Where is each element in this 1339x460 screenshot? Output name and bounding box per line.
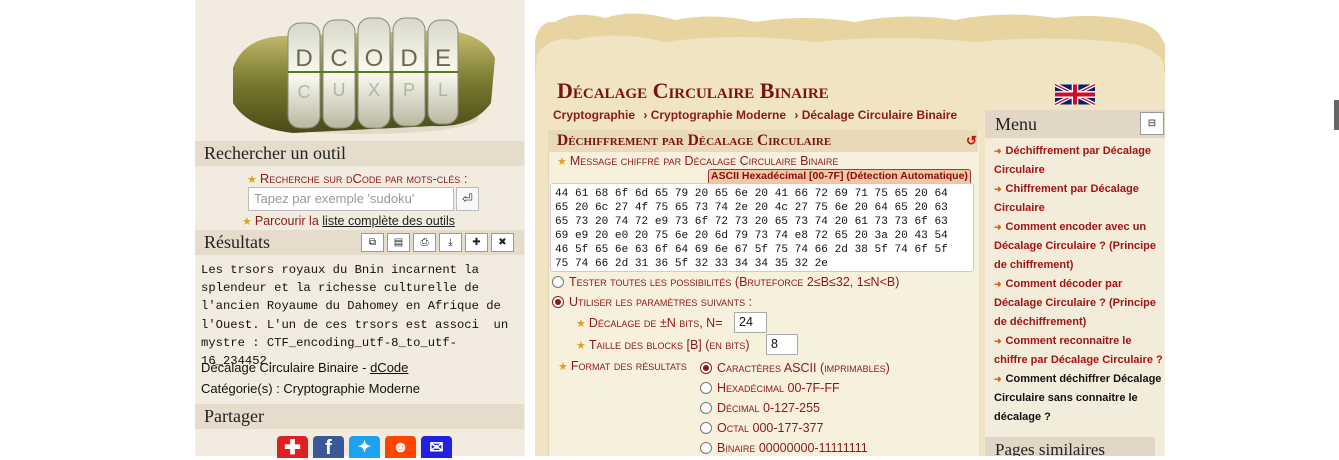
print-icon[interactable]: ⎙: [413, 233, 436, 252]
format-label: ★ Format des résultats: [558, 359, 687, 373]
bruteforce-radio[interactable]: [552, 276, 564, 288]
search-submit-button[interactable]: ⏎: [456, 187, 479, 211]
dcode-link[interactable]: dCode: [370, 360, 408, 375]
star-icon: ★: [557, 156, 567, 168]
english-flag-icon[interactable]: [1055, 82, 1095, 107]
star-icon: ★: [576, 318, 586, 330]
params-label: Utiliser les paramètres suivants :: [569, 295, 753, 309]
logo-letter: E: [435, 45, 451, 72]
logo-letter: D: [295, 45, 312, 72]
message-label: ★ Message chiffré par Décalage Circulaire…: [557, 154, 839, 168]
result-category: Catégorie(s) : Cryptographie Moderne: [201, 381, 420, 396]
page-title: Décalage Circulaire Binaire: [557, 78, 829, 103]
star-icon: ★: [242, 216, 252, 228]
facebook-icon[interactable]: f: [313, 436, 344, 459]
format-option-binary: Binaire 00000000-11111111: [717, 441, 868, 455]
arrow-icon: ➜: [994, 279, 1002, 289]
breadcrumb-cryptographie[interactable]: Cryptographie: [553, 108, 635, 122]
arrow-icon: ➜: [994, 146, 1002, 156]
menu-item-reconnaitre[interactable]: ➜ Comment reconnaitre le chiffre par Déca…: [994, 332, 1166, 370]
menu-collapse-button[interactable]: ⊟: [1140, 112, 1164, 135]
arrow-icon: ➜: [994, 222, 1002, 232]
format-option-hex: Hexadécimal 00-7F-FF: [717, 381, 840, 395]
share-plus-icon[interactable]: ✚: [277, 436, 308, 459]
menu-item-dechiffrement[interactable]: ➜ Déchiffrement par Décalage Circulaire: [994, 142, 1166, 180]
save-icon[interactable]: ▤: [387, 233, 410, 252]
left-sidebar: D C O D E CUXPL Rechercher un outil ★ Rec…: [195, 0, 525, 459]
format-option-ascii: Caractères ASCII (imprimables): [717, 361, 890, 375]
menu-item-chiffrement[interactable]: ➜ Chiffrement par Décalage Circulaire: [994, 180, 1166, 218]
shift-input[interactable]: 24: [734, 312, 767, 333]
menu-item-sans-decalage[interactable]: ➜ Comment déchiffrer Décalage Circulaire …: [994, 370, 1166, 427]
email-icon[interactable]: ✉: [421, 436, 452, 458]
arrow-icon: ➜: [994, 184, 1002, 194]
format-radio-ascii[interactable]: [700, 362, 712, 374]
search-label: ★ Recherche sur dCode par mots-clés :: [247, 171, 468, 186]
breadcrumb: Cryptographie › Cryptographie Moderne › …: [553, 108, 962, 122]
search-input[interactable]: Tapez par exemple 'sudoku': [248, 187, 454, 211]
reddit-icon[interactable]: ☻: [385, 436, 416, 458]
logo-letter: C: [330, 45, 347, 72]
panel-heading: Déchiffrement par Décalage Circulaire: [548, 130, 978, 152]
copy-icon[interactable]: ⧉: [361, 233, 384, 252]
logo-letter: D: [400, 45, 417, 72]
search-heading: Rechercher un outil: [195, 141, 524, 166]
format-radio-octal[interactable]: [700, 422, 712, 434]
twitter-icon[interactable]: ✦: [349, 436, 380, 458]
svg-text:C: C: [298, 82, 311, 102]
browse-tools: ★ Parcourir la liste complète des outils: [242, 214, 455, 228]
download-icon[interactable]: ⤓: [439, 233, 462, 252]
format-radio-decimal[interactable]: [700, 402, 712, 414]
params-radio[interactable]: [552, 296, 564, 308]
format-radio-hex[interactable]: [700, 382, 712, 394]
parchment-decoration: [535, 0, 1165, 80]
pin-icon[interactable]: ✚: [465, 233, 488, 252]
dcode-logo[interactable]: D C O D E CUXPL: [233, 8, 495, 138]
results-output[interactable]: Les trsors royaux du Bnin incarnent la s…: [201, 261, 523, 371]
browse-tools-link[interactable]: liste complète des outils: [322, 214, 455, 228]
star-icon: ★: [558, 361, 568, 373]
menu-item-encoder[interactable]: ➜ Comment encoder avec un Décalage Circul…: [994, 218, 1166, 275]
ciphertext-textarea[interactable]: 44 61 68 6f 6d 65 79 20 65 6e 20 41 66 7…: [550, 183, 974, 272]
format-radio-binary[interactable]: [700, 442, 712, 454]
bruteforce-label: Tester toutes les possibilités (Brutefor…: [569, 275, 900, 289]
arrow-icon: ➜: [994, 374, 1002, 384]
breadcrumb-current[interactable]: › Décalage Circulaire Binaire: [794, 108, 957, 122]
format-option-octal: Octal 000-177-377: [717, 421, 824, 435]
close-icon[interactable]: ✖: [491, 233, 514, 252]
svg-text:L: L: [438, 80, 448, 100]
star-icon: ★: [576, 340, 586, 352]
breadcrumb-cryptographie-moderne[interactable]: › Cryptographie Moderne: [643, 108, 786, 122]
star-icon: ★: [247, 174, 257, 186]
reset-icon[interactable]: ↺: [966, 133, 977, 149]
arrow-icon: ➜: [994, 336, 1002, 346]
svg-text:U: U: [333, 80, 346, 100]
similar-pages-heading: Pages similaires: [985, 437, 1155, 456]
scrollbar-thumb[interactable]: [1334, 100, 1339, 130]
block-size-label: ★ Taille des blocks [B] (en bits): [576, 338, 750, 352]
share-heading: Partager: [195, 404, 524, 429]
result-tool-line: Décalage Circulaire Binaire - dCode: [201, 360, 409, 375]
menu-heading: Menu: [985, 110, 1165, 138]
menu-item-decoder[interactable]: ➜ Comment décoder par Décalage Circulaire…: [994, 275, 1166, 332]
shift-label: ★ Décalage de ±N bits, N=: [576, 316, 723, 330]
block-size-input[interactable]: 8: [766, 334, 798, 355]
svg-text:X: X: [368, 80, 380, 100]
logo-letter: O: [365, 45, 384, 72]
format-option-decimal: Décimal 0-127-255: [717, 401, 820, 415]
svg-text:P: P: [403, 80, 415, 100]
